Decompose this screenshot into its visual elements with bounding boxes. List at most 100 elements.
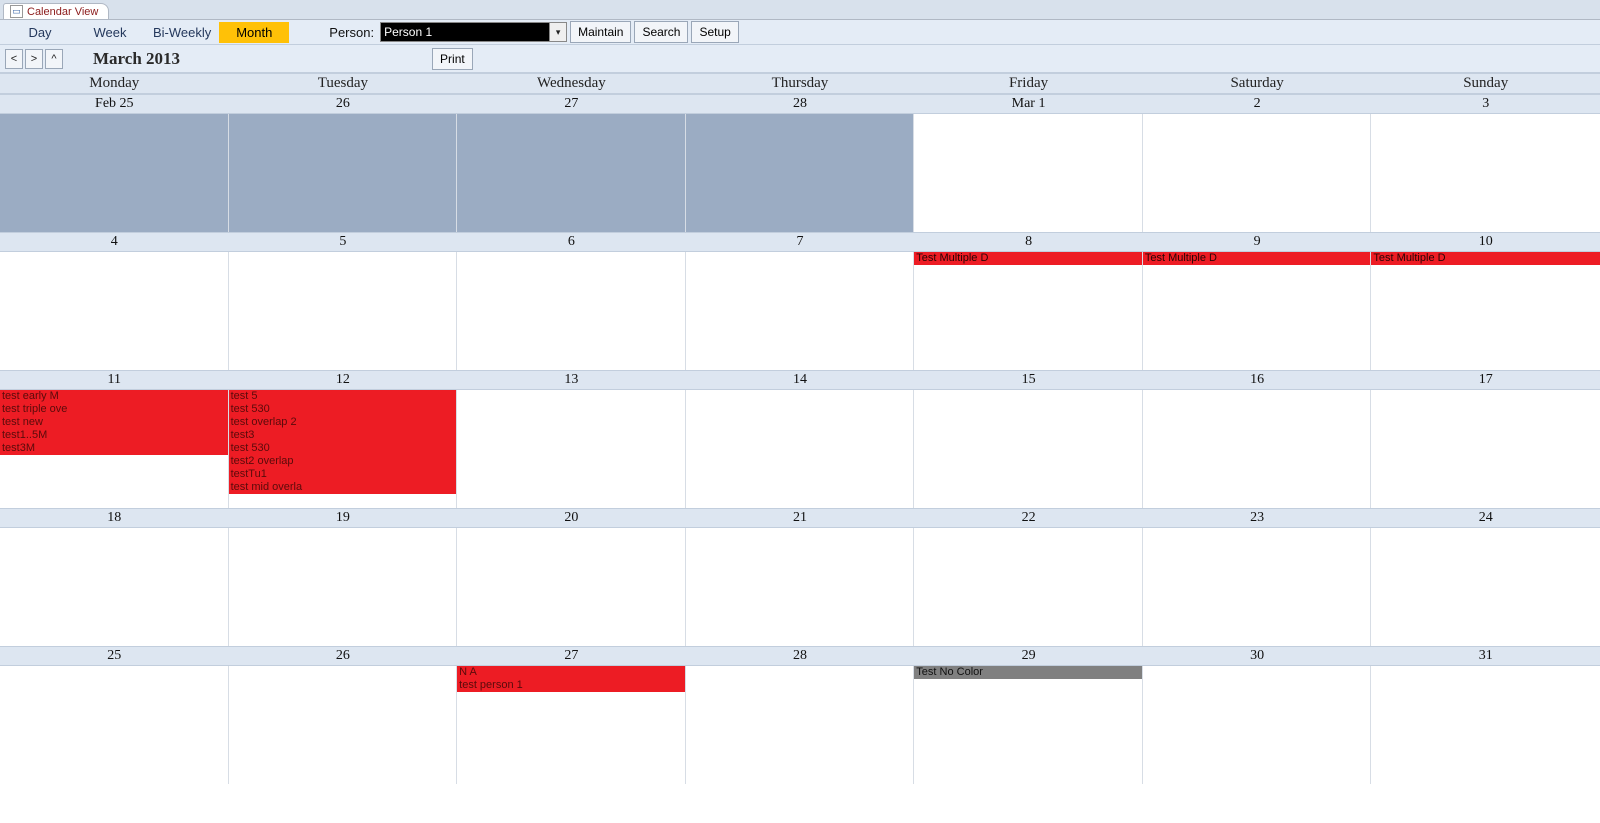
view-day-button[interactable]: Day	[5, 22, 75, 43]
event[interactable]: Test Multiple D	[1143, 252, 1371, 265]
view-week-button[interactable]: Week	[75, 22, 145, 43]
day-cell[interactable]	[457, 528, 686, 646]
date-label: 8	[914, 233, 1143, 251]
day-cell[interactable]	[686, 666, 915, 784]
day-cell[interactable]: Test Multiple D	[1143, 252, 1372, 370]
day-cell[interactable]	[457, 252, 686, 370]
event[interactable]: test1..5M	[0, 429, 228, 442]
day-cell[interactable]	[1371, 528, 1600, 646]
dow-sat: Saturday	[1143, 74, 1372, 93]
date-label: 12	[229, 371, 458, 389]
day-cell[interactable]	[229, 114, 458, 232]
day-cell[interactable]	[229, 252, 458, 370]
day-cell[interactable]	[686, 252, 915, 370]
month-title: March 2013	[93, 49, 180, 69]
prev-button[interactable]: <	[5, 49, 23, 69]
day-cell[interactable]	[686, 390, 915, 508]
date-bar: 4 5 6 7 8 9 10	[0, 232, 1600, 252]
maintain-button[interactable]: Maintain	[570, 21, 631, 43]
event[interactable]: test3	[229, 429, 457, 442]
view-biweekly-button[interactable]: Bi-Weekly	[145, 22, 219, 43]
date-label: 20	[457, 509, 686, 527]
next-button[interactable]: >	[25, 49, 43, 69]
date-label: 9	[1143, 233, 1372, 251]
date-label: 15	[914, 371, 1143, 389]
date-label: 30	[1143, 647, 1372, 665]
day-cell[interactable]	[457, 114, 686, 232]
event[interactable]: test 5	[229, 390, 457, 403]
day-cell[interactable]	[229, 666, 458, 784]
date-label: 7	[686, 233, 915, 251]
up-button[interactable]: ^	[45, 49, 63, 69]
day-cell[interactable]	[1371, 666, 1600, 784]
day-cell[interactable]	[457, 390, 686, 508]
day-cell[interactable]	[1143, 666, 1372, 784]
date-label: 5	[229, 233, 458, 251]
event[interactable]: Test No Color	[914, 666, 1142, 679]
date-label: 13	[457, 371, 686, 389]
day-cell[interactable]: test early M test triple ove test new te…	[0, 390, 229, 508]
search-button[interactable]: Search	[634, 21, 688, 43]
day-cell[interactable]	[1143, 528, 1372, 646]
event[interactable]: Test Multiple D	[914, 252, 1142, 265]
day-cell[interactable]: N A test person 1	[457, 666, 686, 784]
day-cell[interactable]	[914, 528, 1143, 646]
day-cell[interactable]	[686, 528, 915, 646]
setup-button[interactable]: Setup	[691, 21, 738, 43]
event[interactable]: testTu1	[229, 468, 457, 481]
tab-calendar-view[interactable]: ▭ Calendar View	[3, 3, 109, 19]
date-label: 4	[0, 233, 229, 251]
date-label: 27	[457, 647, 686, 665]
event[interactable]: N A	[457, 666, 685, 679]
date-label: 3	[1371, 95, 1600, 113]
day-cell[interactable]	[914, 390, 1143, 508]
day-cell[interactable]: Test No Color	[914, 666, 1143, 784]
date-label: 10	[1371, 233, 1600, 251]
day-cell[interactable]	[0, 528, 229, 646]
event[interactable]: test 530	[229, 403, 457, 416]
date-label: 22	[914, 509, 1143, 527]
date-label: 27	[457, 95, 686, 113]
event[interactable]: test overlap 2	[229, 416, 457, 429]
day-cell[interactable]	[1371, 390, 1600, 508]
event[interactable]: test3M	[0, 442, 228, 455]
view-toolbar: Day Week Bi-Weekly Month Person: ▾ Maint…	[0, 20, 1600, 45]
dow-sun: Sunday	[1371, 74, 1600, 93]
view-month-button[interactable]: Month	[219, 22, 289, 43]
date-label: 21	[686, 509, 915, 527]
event[interactable]: test mid overla	[229, 481, 457, 494]
date-label: 28	[686, 647, 915, 665]
person-dropdown-icon[interactable]: ▾	[549, 22, 567, 42]
day-cell[interactable]	[229, 528, 458, 646]
day-cell[interactable]	[914, 114, 1143, 232]
event[interactable]: test2 overlap	[229, 455, 457, 468]
day-cell[interactable]	[1143, 114, 1372, 232]
dow-fri: Friday	[914, 74, 1143, 93]
event[interactable]: Test Multiple D	[1371, 252, 1600, 265]
day-cell[interactable]: Test Multiple D	[1371, 252, 1600, 370]
event[interactable]: test person 1	[457, 679, 685, 692]
event[interactable]: test 530	[229, 442, 457, 455]
tab-title: Calendar View	[27, 6, 98, 18]
date-label: 2	[1143, 95, 1372, 113]
date-label: 24	[1371, 509, 1600, 527]
print-button[interactable]: Print	[432, 48, 473, 70]
day-cell[interactable]	[686, 114, 915, 232]
day-cell[interactable]: test 5 test 530 test overlap 2 test3 tes…	[229, 390, 458, 508]
day-cell[interactable]	[0, 666, 229, 784]
title-bar: < > ^ March 2013 Print	[0, 45, 1600, 73]
day-cell[interactable]: Test Multiple D	[914, 252, 1143, 370]
week-row: 4 5 6 7 8 9 10 Test Multiple D Test Mult…	[0, 232, 1600, 370]
date-label: 16	[1143, 371, 1372, 389]
event[interactable]: test early M	[0, 390, 228, 403]
event[interactable]: test new	[0, 416, 228, 429]
day-cell[interactable]	[0, 252, 229, 370]
day-cell[interactable]	[1143, 390, 1372, 508]
dow-thu: Thursday	[686, 74, 915, 93]
day-cell[interactable]	[1371, 114, 1600, 232]
event[interactable]: test triple ove	[0, 403, 228, 416]
date-label: 28	[686, 95, 915, 113]
person-select[interactable]	[380, 22, 550, 42]
day-cell[interactable]	[0, 114, 229, 232]
date-label: 19	[229, 509, 458, 527]
